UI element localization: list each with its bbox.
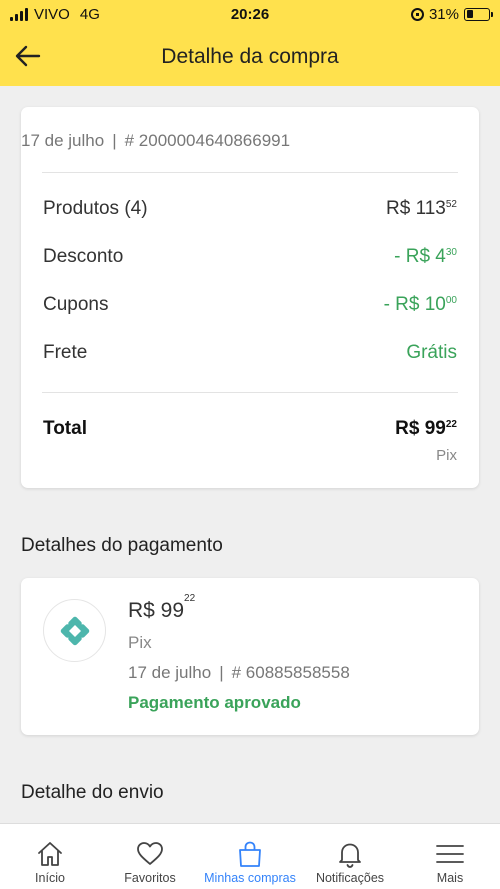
row-label: Produtos (4) xyxy=(43,198,148,219)
summary-row-discount: Desconto - R$ 430 xyxy=(43,246,457,268)
payment-method: Pix xyxy=(128,633,152,652)
page-title: Detalhe da compra xyxy=(161,45,339,68)
summary-divider xyxy=(42,172,458,173)
rotation-lock-icon xyxy=(410,7,424,21)
payment-card[interactable]: R$ 9922 Pix 17 de julho | # 60885858558 Pa… xyxy=(21,578,479,735)
heart-icon xyxy=(137,842,163,865)
order-date: 17 de julho xyxy=(21,131,105,150)
total-divider xyxy=(42,392,458,393)
nav-label: Início xyxy=(35,871,65,885)
arrow-left-icon xyxy=(15,45,41,67)
nav-item-home[interactable]: Início xyxy=(0,824,100,889)
summary-row-coupons: Cupons - R$ 1000 xyxy=(43,294,457,316)
summary-row-shipping: Frete Grátis xyxy=(43,342,457,364)
row-amount: - R$ 1000 xyxy=(383,294,457,315)
shipping-section-title: Detalhe do envio xyxy=(21,782,164,803)
order-number: # 2000004640866991 xyxy=(124,131,291,150)
pix-icon-circle xyxy=(43,599,106,662)
status-left: VIVO 4G xyxy=(10,6,100,23)
order-meta: 17 de julho | # 2000004640866991 xyxy=(21,131,290,151)
battery-icon xyxy=(464,7,493,21)
menu-icon xyxy=(436,845,464,863)
payment-separator: | xyxy=(219,663,224,682)
shopping-bag-icon xyxy=(239,841,261,867)
summary-row-products: Produtos (4) R$ 11352 xyxy=(43,198,457,220)
payment-status: Pagamento aprovado xyxy=(128,693,301,712)
row-label: Desconto xyxy=(43,246,124,267)
home-icon xyxy=(38,842,62,866)
nav-label: Minhas compras xyxy=(204,871,296,885)
network-type: 4G xyxy=(79,5,100,23)
row-amount: R$ 11352 xyxy=(386,198,457,219)
row-amount: Grátis xyxy=(406,342,457,363)
summary-row-total: Total R$ 9922 xyxy=(43,418,457,440)
row-label: Cupons xyxy=(43,294,109,315)
carrier-name: VIVO xyxy=(34,5,70,23)
payment-date-line: 17 de julho | # 60885858558 xyxy=(128,663,350,683)
app-header: Detalhe da compra xyxy=(0,28,500,86)
nav-item-more[interactable]: Mais xyxy=(400,824,500,889)
payment-date: 17 de julho xyxy=(128,663,212,682)
pix-icon xyxy=(60,616,89,645)
back-button[interactable] xyxy=(12,40,44,72)
payment-amount: R$ 9922 xyxy=(128,593,196,622)
nav-item-purchases[interactable]: Minhas compras xyxy=(200,824,300,889)
bottom-navigation: Início Favoritos Minhas compras Notifica… xyxy=(0,823,500,889)
payment-section-title: Detalhes do pagamento xyxy=(21,535,223,556)
nav-label: Favoritos xyxy=(124,871,176,885)
order-separator: | xyxy=(112,131,117,150)
nav-label: Notificações xyxy=(315,871,385,885)
payment-transaction: # 60885858558 xyxy=(231,663,350,682)
battery-percent: 31% xyxy=(428,5,459,23)
row-amount: - R$ 430 xyxy=(394,246,457,267)
total-amount: R$ 9922 xyxy=(395,418,457,439)
nav-label: Mais xyxy=(436,871,464,885)
status-bar: VIVO 4G 20:26 31% xyxy=(0,0,500,28)
nav-item-notifications[interactable]: Notificações xyxy=(300,824,400,889)
bell-icon xyxy=(339,843,361,868)
signal-icon xyxy=(10,7,28,21)
total-label: Total xyxy=(43,418,87,439)
nav-item-favorites[interactable]: Favoritos xyxy=(100,824,200,889)
row-label: Frete xyxy=(43,342,88,363)
status-right: 31% xyxy=(410,5,493,23)
total-payment-method: Pix xyxy=(436,447,457,464)
